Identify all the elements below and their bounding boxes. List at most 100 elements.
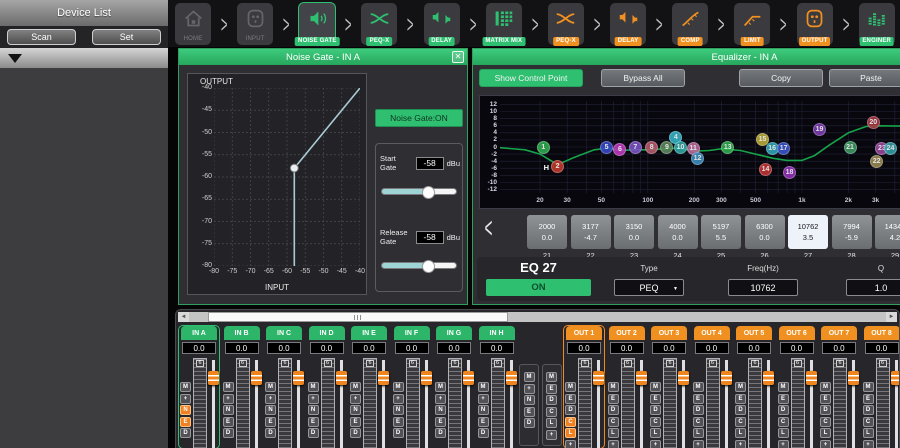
eq-band-button-26[interactable]: 63000.0 [745,215,785,249]
strip-button-d[interactable]: D [565,405,576,415]
strip-button-m[interactable]: M [735,382,746,392]
channel-tab-in-g[interactable]: IN G [436,326,472,340]
master-button-e[interactable]: E [524,407,535,417]
strip-button-d[interactable]: D [223,428,234,438]
strip-button-e[interactable]: E [223,417,234,427]
fader-knob[interactable] [293,371,304,385]
strip-button-e[interactable]: E [863,394,874,404]
strip-button-n[interactable]: N [180,405,191,415]
master-button-d[interactable]: D [546,395,557,405]
strip-button-plus[interactable]: + [650,440,661,448]
strip-button-d[interactable]: D [693,405,704,415]
toolbar-item-output-10[interactable]: OUTPUT [797,3,833,45]
strip-button-c[interactable]: C [778,417,789,427]
set-button[interactable]: Set [92,29,161,45]
scroll-left-arrow-icon[interactable]: ◄ [178,312,189,322]
strip-button-e[interactable]: E [565,394,576,404]
fader-knob[interactable] [506,371,517,385]
fader-knob[interactable] [336,371,347,385]
fader-knob[interactable] [678,371,689,385]
fader-knob[interactable] [463,371,474,385]
band-scroll-left-icon[interactable]: < [485,214,493,247]
strip-button-m[interactable]: M [180,382,191,392]
strip-button-d[interactable]: D [820,405,831,415]
channel-tab-in-e[interactable]: IN E [351,326,387,340]
strip-button-c[interactable]: C [650,417,661,427]
ng-plot-area[interactable] [214,88,360,266]
strip-button-c[interactable]: C [693,417,704,427]
strip-button-m[interactable]: M [565,382,576,392]
release-gate-slider[interactable] [381,262,457,269]
ng-threshold-handle[interactable] [290,164,298,172]
channel-tab-out-7[interactable]: OUT 7 [821,326,857,340]
eq-control-point-18[interactable]: 18 [783,166,796,179]
strip-button-m[interactable]: M [308,382,319,392]
strip-button-m[interactable]: M [435,382,446,392]
master-button-m[interactable]: M [546,372,557,382]
master-button-m[interactable]: M [524,372,535,382]
strip-button-m[interactable]: M [265,382,276,392]
fader-knob[interactable] [421,371,432,385]
fader-knob[interactable] [251,371,262,385]
scrollbar-thumb[interactable] [208,312,508,322]
strip-button-m[interactable]: M [478,382,489,392]
strip-button-e[interactable]: E [180,417,191,427]
release-gate-value[interactable]: -58 [416,231,444,244]
channel-tab-in-c[interactable]: IN C [266,326,302,340]
strip-button-c[interactable]: C [608,417,619,427]
eq-band-button-21[interactable]: 20000.0 [527,215,567,249]
eq-control-point-21[interactable]: 21 [844,141,857,154]
strip-button-m[interactable]: M [820,382,831,392]
channel-tab-out-3[interactable]: OUT 3 [651,326,687,340]
scan-button[interactable]: Scan [7,29,76,45]
strip-button-plus[interactable]: + [223,394,234,404]
fader-knob[interactable] [891,371,900,385]
scroll-right-arrow-icon[interactable]: ► [886,312,897,322]
eq-band-button-29[interactable]: 143404.2 [875,215,900,249]
strip-button-m[interactable]: M [350,382,361,392]
strip-button-plus[interactable]: + [435,394,446,404]
strip-button-l[interactable]: L [735,428,746,438]
strip-button-d[interactable]: D [608,405,619,415]
master-button-plus[interactable]: + [546,430,557,440]
strip-button-plus[interactable]: + [863,440,874,448]
master-button-d[interactable]: D [524,418,535,428]
copy-button[interactable]: Copy [739,69,823,87]
strip-button-e[interactable]: E [820,394,831,404]
strip-button-n[interactable]: N [393,405,404,415]
eq-band-button-27[interactable]: 107623.5 [788,215,828,249]
master-button-plus[interactable]: + [524,384,535,394]
start-gate-slider[interactable] [381,188,457,195]
channel-tab-out-8[interactable]: OUT 8 [864,326,900,340]
strip-button-plus[interactable]: + [308,394,319,404]
strip-button-e[interactable]: E [265,417,276,427]
strip-button-d[interactable]: D [308,428,319,438]
strip-button-d[interactable]: D [863,405,874,415]
strip-button-n[interactable]: N [435,405,446,415]
strip-button-m[interactable]: M [693,382,704,392]
toolbar-item-peq-x-6[interactable]: PEQ-X [548,3,584,45]
strip-button-plus[interactable]: + [820,440,831,448]
eq-band-button-28[interactable]: 7994-5.9 [832,215,872,249]
toolbar-item-peq-x-3[interactable]: PEQ-X [361,3,397,45]
eq-control-point-20[interactable]: 20 [867,116,880,129]
strip-button-e[interactable]: E [350,417,361,427]
eq-band-button-23[interactable]: 31500.0 [614,215,654,249]
type-dropdown[interactable]: PEQ ▼ [614,279,684,296]
mixer-scrollbar[interactable]: ◄ ► [178,312,897,322]
paste-button[interactable]: Paste [829,69,900,87]
strip-button-n[interactable]: N [223,405,234,415]
master-button-c[interactable]: C [546,407,557,417]
strip-button-m[interactable]: M [863,382,874,392]
fader-knob[interactable] [593,371,604,385]
strip-button-d[interactable]: D [650,405,661,415]
strip-button-e[interactable]: E [608,394,619,404]
show-control-point-button[interactable]: Show Control Point [479,69,583,87]
channel-tab-in-h[interactable]: IN H [479,326,515,340]
eq-band-button-22[interactable]: 3177-4.7 [571,215,611,249]
fader-knob[interactable] [763,371,774,385]
strip-button-e[interactable]: E [435,417,446,427]
freq-field[interactable]: 10762 [728,279,798,296]
eq-on-button[interactable]: ON [486,279,591,296]
fader-knob[interactable] [636,371,647,385]
